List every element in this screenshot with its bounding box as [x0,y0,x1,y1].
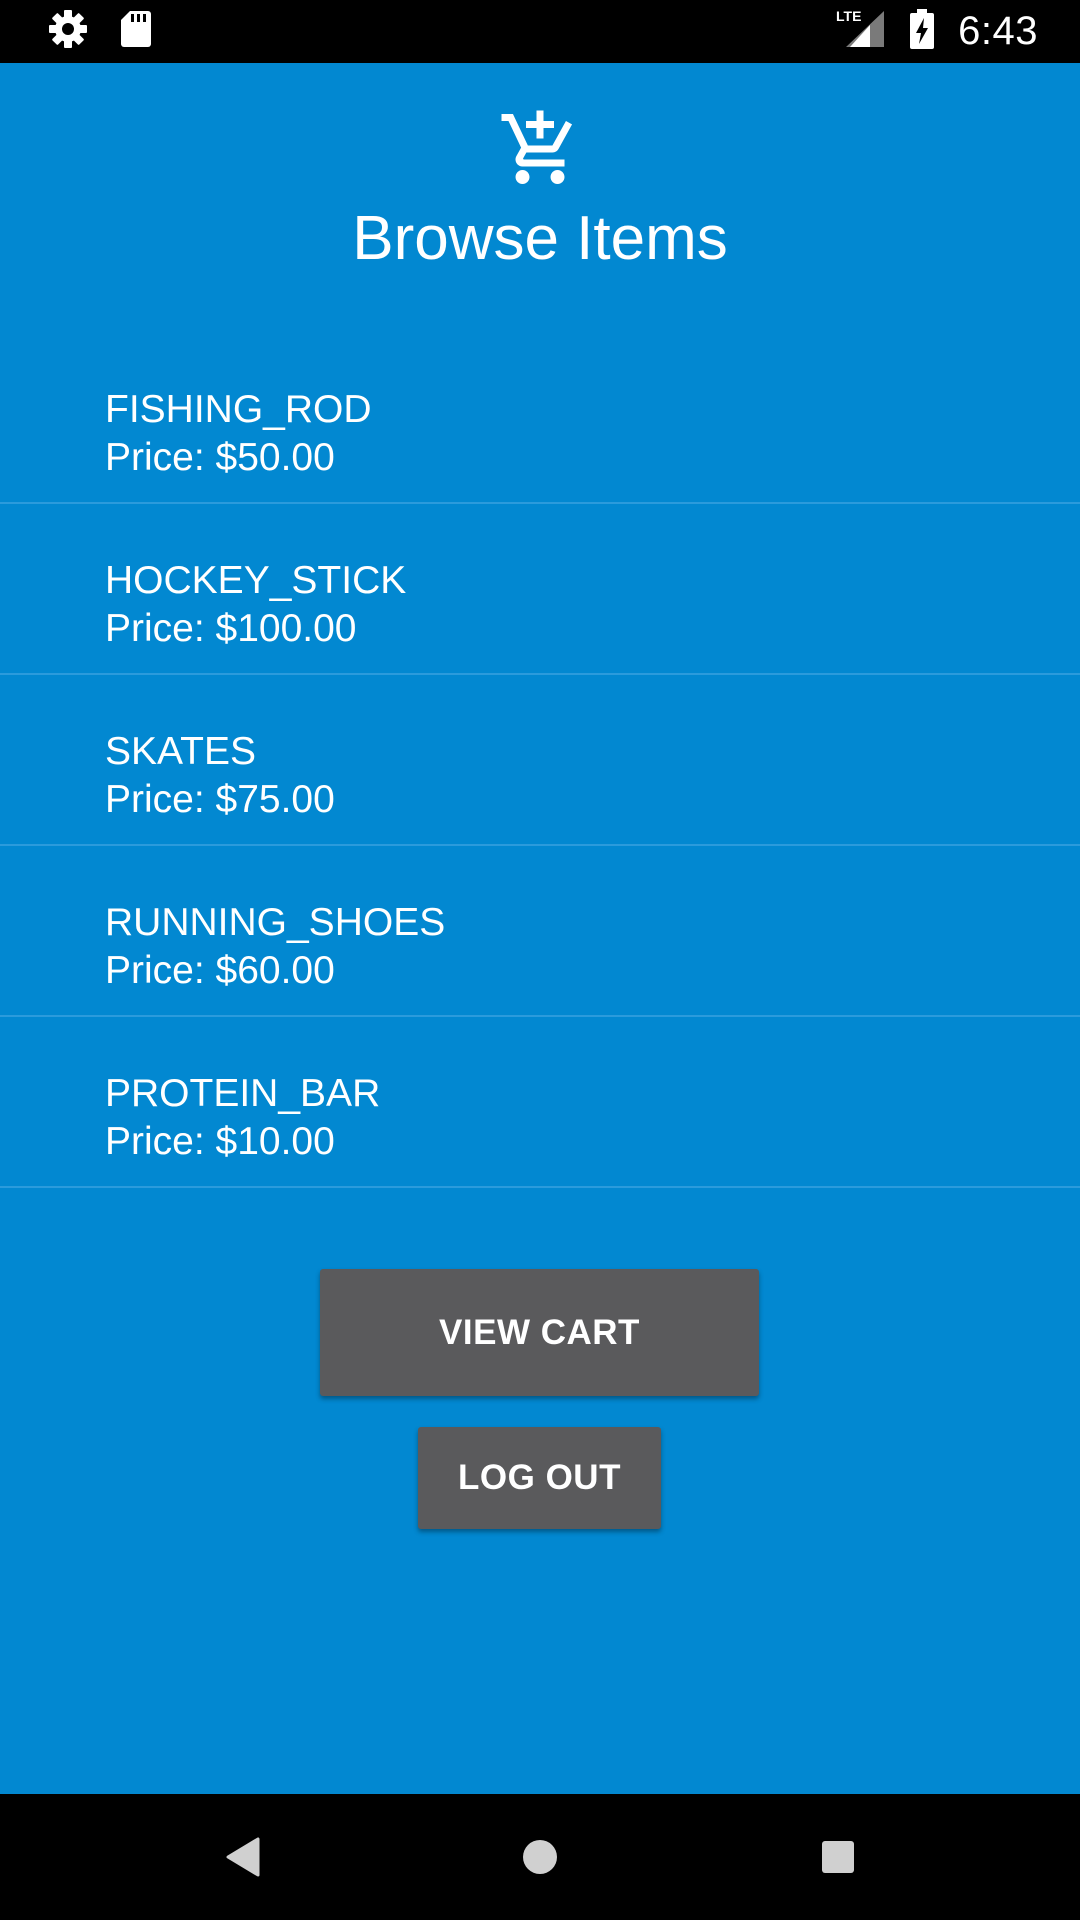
item-price: Price: $100.00 [105,607,357,650]
back-button[interactable] [172,1794,312,1920]
back-icon [226,1837,260,1877]
item-name: PROTEIN_BAR [105,1072,381,1115]
header: Browse Items [0,63,1080,274]
cart-add-icon [501,110,573,184]
battery-charging-icon [910,9,935,54]
log-out-button[interactable]: LOG OUT [418,1427,661,1529]
home-icon [523,1840,557,1874]
navigation-bar [0,1794,1080,1920]
item-price: Price: $60.00 [105,949,335,992]
item-price: Price: $10.00 [105,1120,335,1163]
list-item[interactable]: SKATES Price: $75.00 [0,675,1080,846]
item-list: FISHING_ROD Price: $50.00 HOCKEY_STICK P… [0,333,1080,1188]
view-cart-button[interactable]: VIEW CART [320,1269,759,1396]
item-price: Price: $75.00 [105,778,335,821]
recents-icon [822,1841,854,1873]
item-name: SKATES [105,730,256,773]
home-button[interactable] [470,1794,610,1920]
list-item[interactable]: FISHING_ROD Price: $50.00 [0,333,1080,504]
status-bar: LTE 6:43 [0,0,1080,63]
item-price: Price: $50.00 [105,436,335,479]
network-label: LTE [836,8,861,24]
item-name: FISHING_ROD [105,388,372,431]
page-title: Browse Items [352,204,728,273]
list-item[interactable]: PROTEIN_BAR Price: $10.00 [0,1017,1080,1188]
browse-screen: Browse Items FISHING_ROD Price: $50.00 H… [0,63,1080,1794]
list-item[interactable]: HOCKEY_STICK Price: $100.00 [0,504,1080,675]
list-item[interactable]: RUNNING_SHOES Price: $60.00 [0,846,1080,1017]
item-name: RUNNING_SHOES [105,901,446,944]
item-name: HOCKEY_STICK [105,559,407,602]
clock: 6:43 [958,9,1038,53]
recents-button[interactable] [768,1794,908,1920]
gear-icon [48,9,88,54]
sd-card-icon [120,9,152,54]
signal-icon: LTE [836,7,886,56]
